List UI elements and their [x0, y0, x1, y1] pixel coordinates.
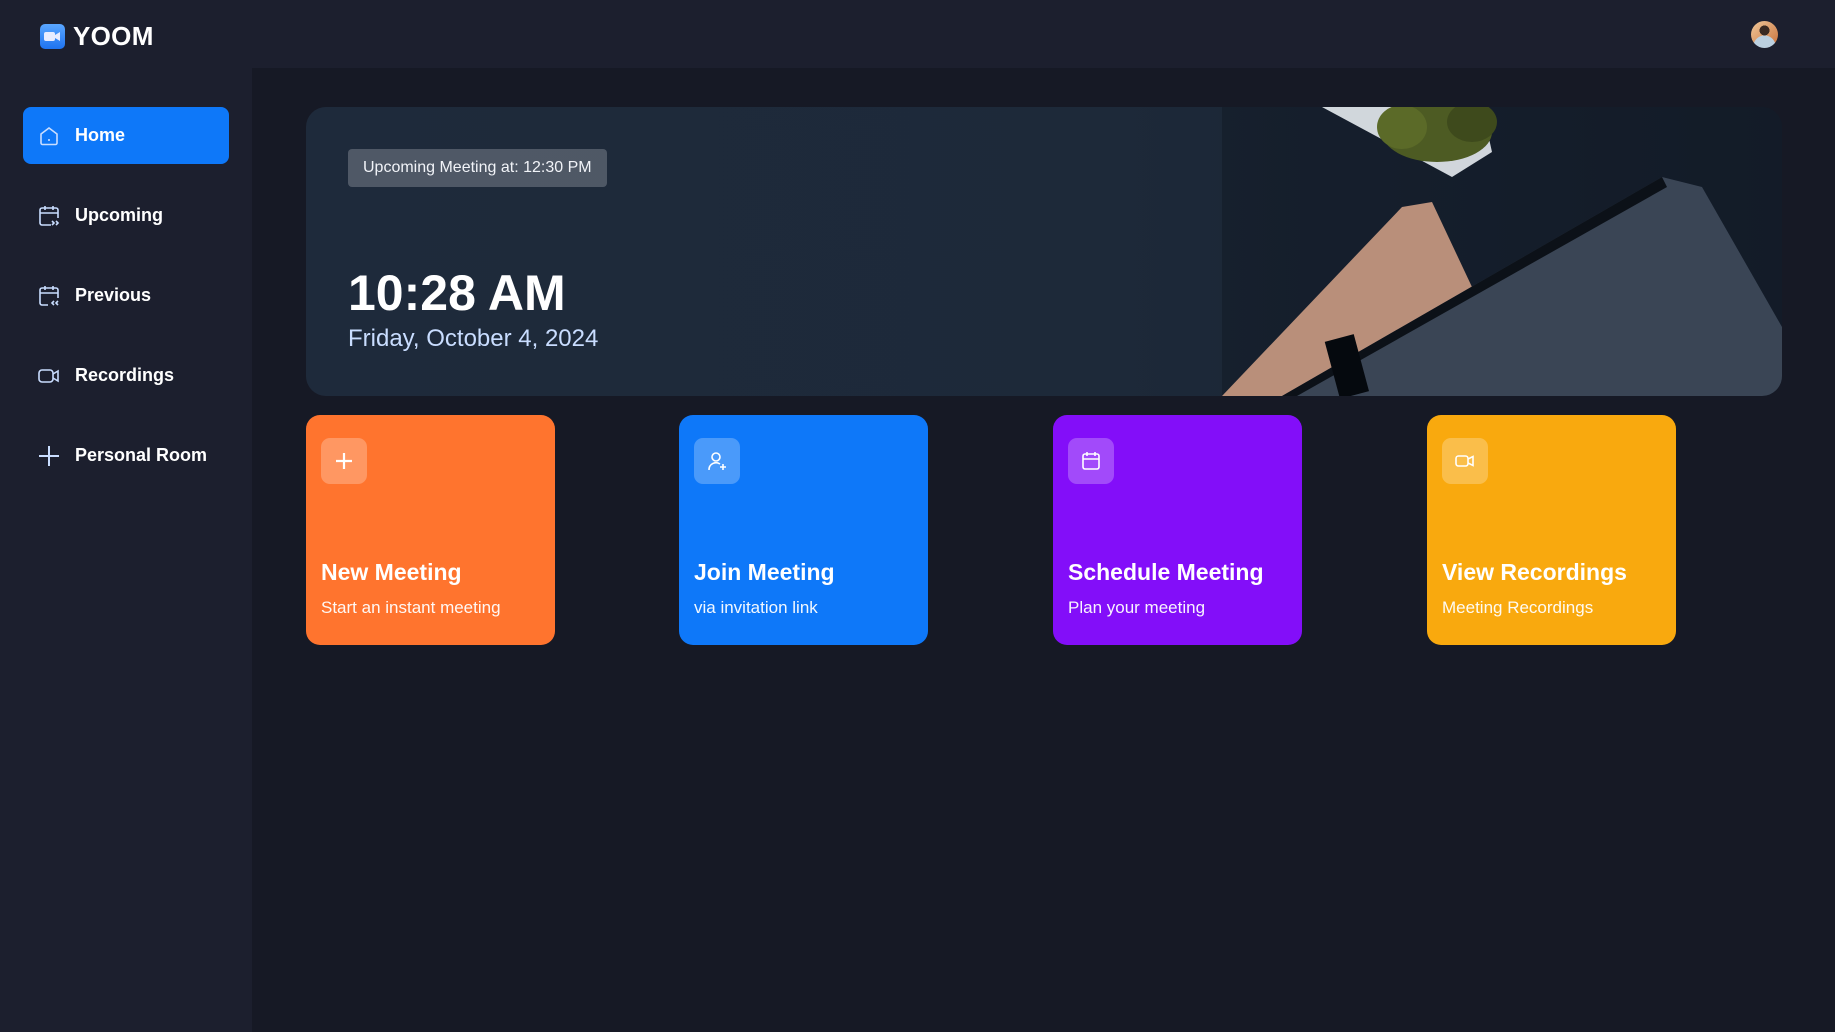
calendar-back-icon [37, 284, 61, 308]
sidebar-item-recordings[interactable]: Recordings [23, 347, 229, 404]
current-date: Friday, October 4, 2024 [348, 325, 599, 352]
sidebar-item-previous[interactable]: Previous [23, 267, 229, 324]
sidebar-item-label: Upcoming [75, 205, 163, 225]
sidebar-item-upcoming[interactable]: Upcoming [23, 187, 229, 244]
card-subtitle: Meeting Recordings [1442, 598, 1594, 617]
sidebar-item-label: Previous [75, 285, 152, 305]
video-camera-icon [40, 24, 65, 49]
video-icon [1442, 438, 1488, 484]
calendar-icon [1068, 438, 1114, 484]
hero-banner: Upcoming Meeting at: 12:30 PM 10:28 AM F… [306, 107, 1782, 396]
banner-image [1222, 107, 1782, 396]
card-title: Schedule Meeting [1068, 559, 1264, 585]
logo-link[interactable]: YOOM [40, 21, 154, 52]
plus-icon [37, 444, 61, 468]
card-title: Join Meeting [694, 559, 835, 585]
sidebar-item-label: Recordings [75, 365, 175, 385]
view-recordings-card[interactable]: View Recordings Meeting Recordings [1427, 415, 1676, 645]
user-avatar[interactable] [1751, 21, 1778, 48]
calendar-forward-icon [37, 204, 61, 228]
current-time: 10:28 AM [348, 265, 566, 321]
join-meeting-card[interactable]: Join Meeting via invitation link [679, 415, 928, 645]
card-subtitle: Plan your meeting [1068, 598, 1206, 617]
add-user-icon [694, 438, 740, 484]
card-subtitle: Start an instant meeting [321, 598, 501, 617]
top-navbar: YOOM [0, 0, 1835, 68]
plus-icon [321, 438, 367, 484]
card-title: View Recordings [1442, 559, 1627, 585]
sidebar: Home Upcoming Previous Recordings Person… [0, 68, 252, 1032]
card-title: New Meeting [321, 559, 462, 585]
video-icon [37, 364, 61, 388]
sidebar-item-personal-room[interactable]: Personal Room [23, 427, 229, 484]
card-subtitle: via invitation link [694, 598, 818, 617]
home-icon [37, 124, 61, 148]
sidebar-item-label: Home [75, 125, 126, 145]
schedule-meeting-card[interactable]: Schedule Meeting Plan your meeting [1053, 415, 1302, 645]
new-meeting-card[interactable]: New Meeting Start an instant meeting [306, 415, 555, 645]
sidebar-item-home[interactable]: Home [23, 107, 229, 164]
app-name: YOOM [73, 21, 154, 51]
sidebar-item-label: Personal Room [75, 445, 208, 465]
upcoming-meeting-badge: Upcoming Meeting at: 12:30 PM [348, 149, 607, 187]
